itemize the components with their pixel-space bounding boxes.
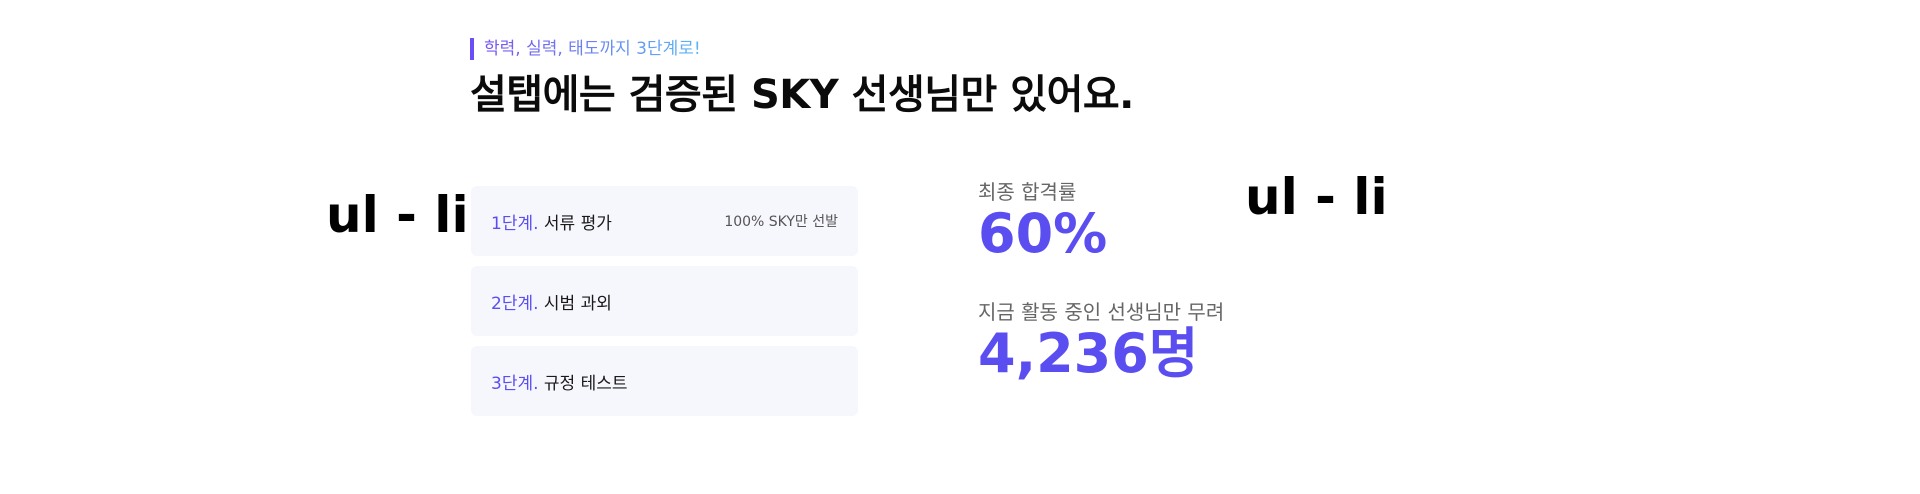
annotation-right: ul - li	[1245, 168, 1388, 226]
step-1-title: 서류 평가	[543, 213, 612, 234]
verification-steps-list: 1단계. 서류 평가 100% SKY만 선발 2단계. 시범 과외 3단계. …	[471, 186, 858, 426]
annotation-left: ul - li	[326, 186, 469, 244]
stat-active-teachers: 지금 활동 중인 선생님만 무려 4,236명	[978, 300, 1224, 384]
section-headline: 설탭에는 검증된 SKY 선생님만 있어요.	[470, 72, 1134, 118]
step-2-title: 시범 과외	[543, 293, 612, 314]
step-2-number: 2단계.	[491, 293, 539, 314]
stat-pass-rate: 최종 합격률 60%	[978, 180, 1224, 264]
step-3-number: 3단계.	[491, 373, 539, 394]
stat-pass-rate-value: 60%	[978, 202, 1108, 265]
stat-active-teachers-value: 4,236명	[978, 322, 1199, 385]
step-1-heading: 1단계. 서류 평가	[491, 209, 612, 234]
step-1-note: 100% SKY만 선발	[724, 214, 838, 230]
step-item-3: 3단계. 규정 테스트	[471, 346, 858, 416]
stat-pass-rate-label: 최종 합격률	[978, 180, 1077, 204]
section-eyebrow: 학력, 실력, 태도까지 3단계로!	[470, 38, 701, 60]
stat-active-teachers-label: 지금 활동 중인 선생님만 무려	[978, 300, 1225, 324]
stats-list: 최종 합격률 60% 지금 활동 중인 선생님만 무려 4,236명	[978, 180, 1224, 384]
step-3-title: 규정 테스트	[543, 373, 628, 394]
step-1-number: 1단계.	[491, 213, 539, 234]
step-item-2: 2단계. 시범 과외	[471, 266, 858, 336]
step-item-1: 1단계. 서류 평가 100% SKY만 선발	[471, 186, 858, 256]
step-2-heading: 2단계. 시범 과외	[491, 289, 612, 314]
step-3-heading: 3단계. 규정 테스트	[491, 369, 628, 394]
